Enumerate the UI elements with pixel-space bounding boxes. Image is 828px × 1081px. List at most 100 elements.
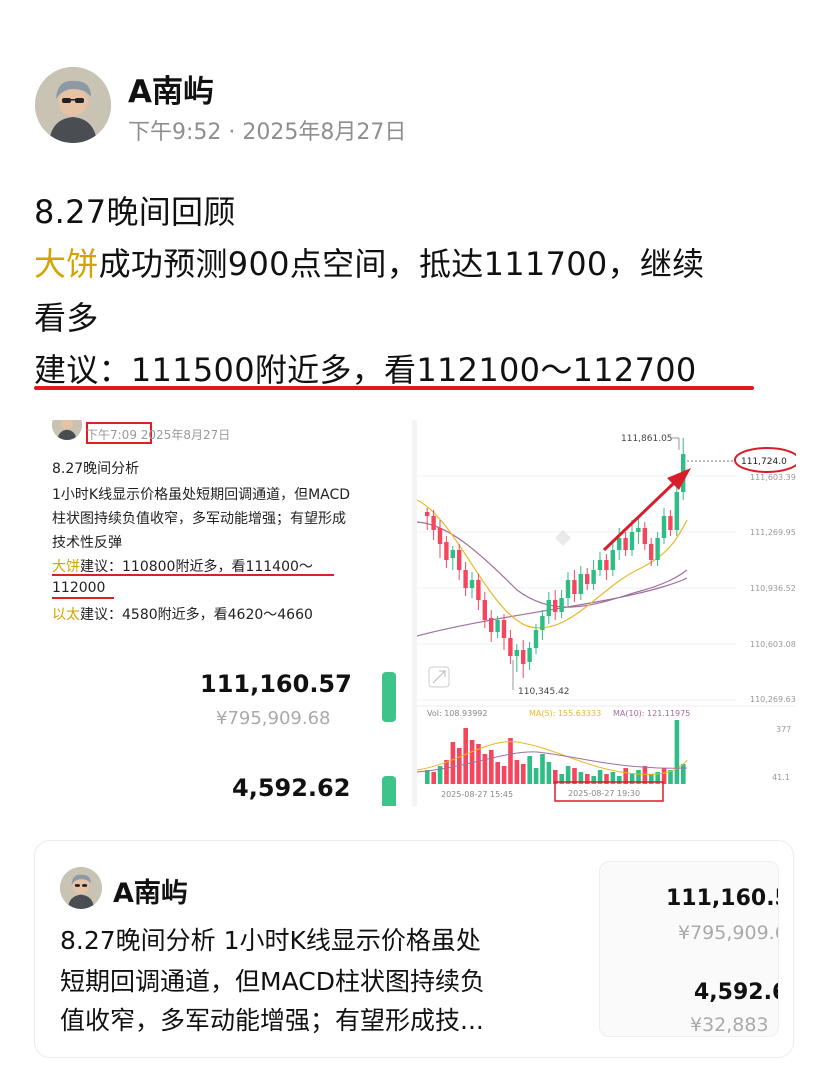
axis-label: 110,936.52 (750, 584, 796, 593)
volume-bar (533, 768, 539, 784)
advice-red-underline (34, 386, 754, 390)
candle-body (585, 574, 590, 584)
inset-btc-cny: ¥795,909.68 (216, 708, 331, 729)
candle-body (553, 600, 558, 612)
candlestick-chart: 111,861.05 110,345.42 111,724.0 111,603.… (417, 434, 796, 802)
candle-body (489, 618, 494, 632)
card-author-avatar[interactable] (60, 867, 102, 909)
volume-bar (425, 770, 430, 784)
candle-body (450, 550, 455, 558)
author-name[interactable]: A南屿 (128, 66, 214, 111)
candle-body (469, 580, 475, 588)
quoted-post-card[interactable]: A南屿 8.27晚间分析 1小时K线显示价格虽处 短期回调通道，但MACD柱状图… (34, 840, 794, 1058)
inset-date: 2025年8月27日 (140, 428, 231, 442)
vol-label: Vol: 108.93992 (427, 709, 487, 718)
high-price-label: 111,861.05 (621, 434, 673, 444)
volume-bar (674, 720, 680, 784)
post-timestamp: 下午9:52 · 2025年8月27日 (128, 114, 406, 146)
ma5-label: MA(5): 155.63333 (529, 709, 601, 718)
thumb-btc-price: 111,160.5 (666, 886, 779, 911)
volume-bar (527, 756, 532, 784)
inset-paragraph-line: 技术性反弹 (52, 535, 122, 551)
candle-body (476, 580, 481, 600)
volume-bar (546, 762, 552, 784)
candle-body (591, 570, 596, 584)
axis-label: 111,603.39 (750, 473, 796, 482)
axis-label: 110,603.08 (750, 640, 796, 649)
attached-image[interactable]: 下午7:09 2025年8月27日 8.27晚间分析 1小时K线显示价格虽处短期… (34, 420, 796, 806)
candle-body (533, 630, 539, 648)
candle-body (501, 620, 507, 638)
vol-axis-label: 41.1 (772, 773, 790, 782)
candles (425, 438, 686, 678)
axis-label: 111,269.95 (750, 528, 796, 537)
candle-body (597, 560, 603, 570)
vol-axis-label: 377 (776, 725, 791, 734)
avatar-illustration-icon (52, 420, 82, 440)
volume-bar (681, 764, 686, 784)
inset-eth-advice: 以太建议：4580附近多，看4620～4660 (52, 604, 313, 624)
post-line-result: 大饼成功预测900点空间，抵达111700，继续 (34, 239, 704, 285)
btc-highlight[interactable]: 大饼 (34, 245, 99, 283)
volume-bar (514, 760, 520, 784)
meta-separator: · (228, 120, 236, 145)
volume-bar (540, 754, 545, 784)
volume-bar (508, 738, 513, 784)
candle-body (495, 620, 500, 632)
axis-label: 110,269.63 (750, 695, 796, 704)
thumb-btc-cny: ¥795,909.6 (678, 922, 779, 944)
time-axis-label: 2025-08-27 15:45 (441, 790, 513, 799)
image-left-panel: 下午7:09 2025年8月27日 8.27晚间分析 1小时K线显示价格虽处短期… (34, 420, 412, 806)
candle-body (604, 560, 609, 570)
candle-body (463, 570, 468, 588)
candle-body (629, 532, 635, 550)
card-text-line: 短期回调通道，但MACD柱状图持续负 (60, 967, 485, 996)
image-right-panel: 111,861.05 110,345.42 111,724.0 111,603.… (417, 420, 796, 806)
card-author-name[interactable]: A南屿 (113, 871, 188, 910)
candle-body (623, 538, 628, 550)
candle-body (546, 600, 551, 616)
volume-bar (591, 776, 596, 784)
volume-bar (495, 762, 500, 784)
candle-body (649, 544, 654, 560)
candle-body (617, 538, 622, 550)
post-time: 下午9:52 (128, 120, 222, 145)
inset-btc-price: 111,160.57 (200, 670, 352, 698)
volume-bar (617, 776, 622, 784)
volume-bar (450, 742, 456, 784)
candle-body (514, 650, 519, 656)
candle-body (572, 580, 577, 594)
volume-bar (521, 764, 526, 784)
candle-body (578, 574, 583, 594)
volume-bar (431, 772, 436, 784)
inset-btc-label: 大饼 (52, 559, 80, 575)
candle-body (668, 516, 673, 530)
post-line-advice: 建议：111500附近多，看112100～112700 (34, 351, 697, 389)
thumb-eth-cny: ¥32,883 (690, 1014, 769, 1036)
avatar-illustration-icon (60, 867, 102, 909)
inset-red-underline (52, 597, 114, 599)
volume-bar (463, 728, 468, 784)
author-avatar[interactable] (35, 67, 111, 143)
candle-body (565, 580, 571, 598)
time-axis-label: 2025-08-27 19:30 (568, 789, 640, 798)
volume-bar (444, 760, 449, 784)
candle-body (521, 650, 526, 664)
candle-body (559, 598, 564, 612)
candle-body (482, 600, 487, 620)
candle-body (540, 616, 545, 630)
ma10-label: MA(10): 121.11975 (613, 709, 690, 718)
inset-eth-price: 4,592.62 (232, 774, 351, 802)
inset-trade-button (382, 776, 396, 806)
candle-body (508, 638, 513, 656)
volume-bar (501, 766, 507, 784)
card-text-line: 8.27晚间分析 1小时K线显示价格虽处 (60, 926, 481, 955)
inset-eth-advice-text: 建议：4580附近多，看4620～4660 (80, 607, 313, 623)
post-line-result-text: 成功预测900点空间，抵达111700，继续 (98, 245, 705, 283)
candle-body (444, 542, 449, 560)
inset-paragraph-line: 柱状图持续负值收窄，多军动能增强；有望形成 (52, 511, 346, 527)
candle-body (642, 528, 647, 544)
low-price-label: 110,345.42 (518, 687, 570, 697)
post-line-continued: 看多 (34, 299, 99, 337)
post-date: 2025年8月27日 (242, 120, 407, 145)
